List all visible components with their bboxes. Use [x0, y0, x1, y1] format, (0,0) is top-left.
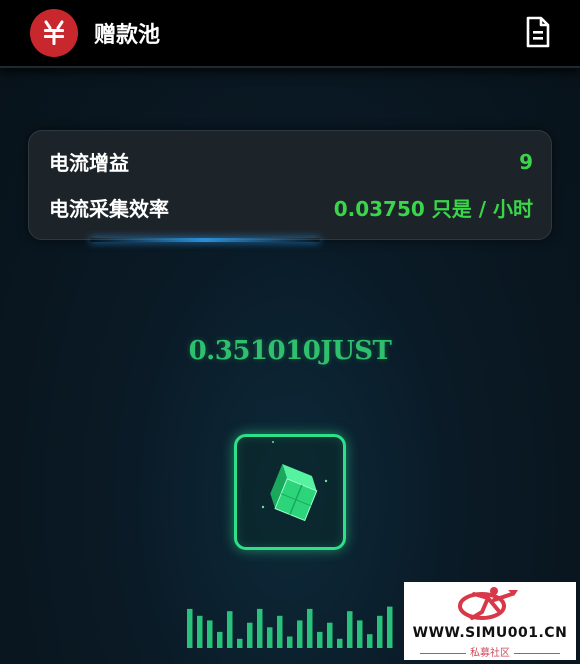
equalizer-bar [297, 620, 303, 648]
gain-value: 9 [519, 149, 533, 174]
equalizer-bar [327, 622, 333, 648]
rate-value: 0.03750 只是 / 小时 [333, 197, 533, 221]
watermark-logo: WWW.SIMU001.CN 私募社区 [404, 582, 576, 660]
equalizer-bar [237, 638, 243, 648]
equalizer-bar [287, 636, 293, 648]
rate-row: 电流采集效率 0.03750 只是 / 小时 [49, 193, 533, 222]
equalizer-bar [347, 611, 353, 648]
equalizer-bar [217, 631, 223, 648]
equalizer-bar [307, 608, 313, 648]
app-header: 赠款池 [0, 0, 580, 68]
equalizer-bar [207, 620, 213, 648]
gain-row: 电流增益 9 [49, 147, 533, 176]
watermark-subtext: 私募社区 [404, 644, 576, 659]
equalizer-bar [317, 631, 323, 648]
equalizer-bar [337, 638, 343, 648]
document-button[interactable] [520, 14, 556, 50]
equalizer-bar [197, 615, 203, 648]
just-logo-icon [30, 9, 78, 57]
rate-label: 电流采集效率 [49, 197, 169, 221]
equalizer-bar [227, 611, 233, 648]
mine-button[interactable] [234, 434, 346, 550]
stats-card: 电流增益 9 电流采集效率 0.03750 只是 / 小时 [28, 130, 552, 240]
equalizer-bar [277, 615, 283, 648]
equalizer-bar [377, 615, 383, 648]
watermark-text: WWW.SIMU001.CN [412, 625, 568, 641]
equalizer-bar [387, 606, 393, 648]
equalizer-bar [247, 622, 253, 648]
document-icon [526, 16, 550, 48]
running-figure-logo-icon [458, 587, 518, 620]
balance-amount: 0.351010JUST [188, 336, 392, 366]
equalizer-bars-icon [187, 606, 393, 648]
equalizer-bar [257, 608, 263, 648]
green-cube-icon [261, 441, 328, 522]
gain-label: 电流增益 [49, 151, 129, 175]
equalizer-bar [367, 634, 373, 648]
card-glow-line [90, 238, 320, 242]
page-title: 赠款池 [94, 23, 161, 48]
equalizer-bar [267, 627, 273, 648]
equalizer-bar [187, 608, 193, 648]
equalizer-bar [357, 620, 363, 648]
